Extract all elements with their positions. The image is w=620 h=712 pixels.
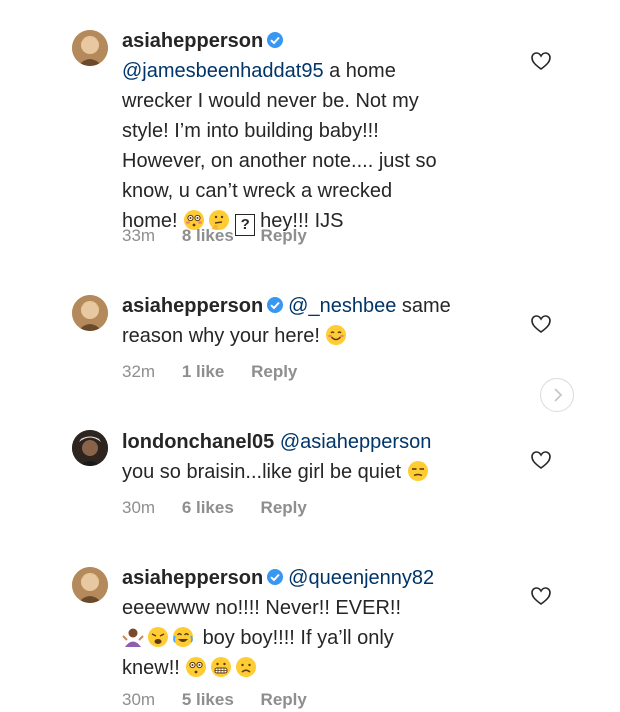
likes-count[interactable]: 6 likes xyxy=(182,498,234,517)
comment-line: reason why your here! xyxy=(122,325,320,347)
comment-time: 33m xyxy=(122,226,156,245)
mention-link[interactable]: @jamesbeenhaddat95 xyxy=(122,60,324,82)
next-button[interactable] xyxy=(540,378,574,412)
reply-button[interactable]: Reply xyxy=(261,690,307,709)
person-shrugging-emoji-icon xyxy=(122,628,144,647)
smiling-face-emoji-icon xyxy=(326,325,347,345)
mention-link[interactable]: @asiahepperson xyxy=(280,431,432,453)
reply-button[interactable]: Reply xyxy=(261,498,307,517)
heart-outline-icon[interactable] xyxy=(530,313,552,335)
comment-meta: 33m 8 likes Reply xyxy=(122,226,329,246)
comment-line: know, u can’t wreck a wrecked xyxy=(122,180,393,202)
verified-badge-icon xyxy=(267,297,284,313)
reply-button[interactable]: Reply xyxy=(261,226,307,245)
comment-line: a home xyxy=(323,60,396,82)
comment-meta: 32m 1 like Reply xyxy=(122,362,319,382)
comment-line: However, on another note.... just so xyxy=(122,150,437,172)
grimacing-face-emoji-icon xyxy=(211,657,232,677)
verified-badge-icon xyxy=(267,32,284,48)
comment-line: same xyxy=(396,295,451,317)
flushed-face-emoji-icon xyxy=(186,657,207,677)
joy-face-emoji-icon xyxy=(173,627,193,647)
comment-line: boy boy!!!! If ya’ll only xyxy=(202,627,394,649)
comment-username[interactable]: asiahepperson xyxy=(122,567,263,589)
heart-outline-icon[interactable] xyxy=(530,50,552,72)
avatar[interactable] xyxy=(72,295,108,331)
chevron-right-icon xyxy=(554,388,563,402)
mention-link[interactable]: @_neshbee xyxy=(288,295,396,317)
comment-text: asiahepperson @jamesbeenhaddat95 a home … xyxy=(122,26,502,236)
avatar[interactable] xyxy=(72,430,108,466)
comment-line: knew!! xyxy=(122,657,180,679)
mention-link[interactable]: @queenjenny82 xyxy=(288,567,434,589)
comment-line: eeeewww no!!!! Never!! EVER!! xyxy=(122,597,402,619)
comment-time: 32m xyxy=(122,362,156,381)
likes-count[interactable]: 1 like xyxy=(182,362,225,381)
comment-username[interactable]: londonchanel05 xyxy=(122,431,274,453)
avatar[interactable] xyxy=(72,567,108,603)
likes-count[interactable]: 5 likes xyxy=(182,690,234,709)
comment-username[interactable]: asiahepperson xyxy=(122,295,263,317)
worried-face-emoji-icon xyxy=(236,657,257,677)
avatar[interactable] xyxy=(72,30,108,66)
comment-text: londonchanel05 @asiahepperson you so bra… xyxy=(122,427,502,487)
comment-text: asiahepperson @_neshbee same reason why y… xyxy=(122,291,502,351)
unamused-face-emoji-icon xyxy=(407,461,428,481)
reply-button[interactable]: Reply xyxy=(251,362,297,381)
heart-outline-icon[interactable] xyxy=(530,449,552,471)
comment-username[interactable]: asiahepperson xyxy=(122,30,263,52)
likes-count[interactable]: 8 likes xyxy=(182,226,234,245)
weary-face-emoji-icon xyxy=(148,627,168,647)
comment-line: wrecker I would never be. Not my xyxy=(122,90,419,112)
comment-text: asiahepperson @queenjenny82 eeeewww no!!!… xyxy=(122,563,502,683)
comment-meta: 30m 6 likes Reply xyxy=(122,498,329,518)
comment-time: 30m xyxy=(122,690,156,709)
comment-line: style! I’m into building baby!!! xyxy=(122,120,379,142)
comment-meta: 30m 5 likes Reply xyxy=(122,690,329,710)
heart-outline-icon[interactable] xyxy=(530,585,552,607)
comment-line: you so braisin...like girl be quiet xyxy=(122,461,402,483)
verified-badge-icon xyxy=(267,569,284,585)
comment-time: 30m xyxy=(122,498,156,517)
